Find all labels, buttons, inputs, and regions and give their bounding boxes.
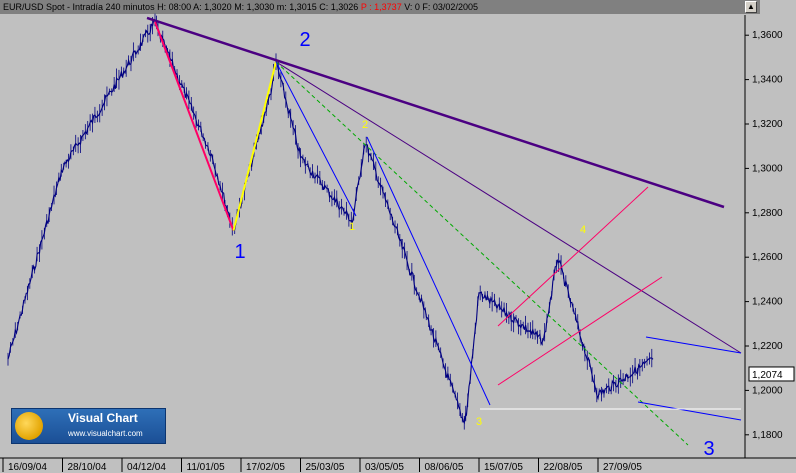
wave-label: 3 (476, 416, 482, 428)
y-tick-label: 1,2800 (752, 208, 783, 219)
wave-label: 3 (703, 438, 714, 460)
x-tick-label: 25/03/05 (306, 462, 345, 473)
x-tick-label: 08/06/05 (425, 462, 464, 473)
last-price-label: 1,2074 (752, 370, 783, 381)
logo-url: www.visualchart.com (68, 429, 143, 438)
x-tick-label: 11/01/05 (187, 462, 226, 473)
y-tick-label: 1,2000 (752, 385, 783, 396)
x-tick-label: 22/08/05 (544, 462, 583, 473)
chart-svg: 1,3600 1,3400 1,3200 1,3000 1,2800 1,2600 1,24… (0, 13, 796, 473)
y-tick-label: 1,3200 (752, 119, 783, 130)
x-tick-label: 27/09/05 (603, 462, 642, 473)
y-tick-label: 1,2400 (752, 297, 783, 308)
y-tick-label: 1,3400 (752, 75, 783, 86)
visual-chart-logo: Visual Chart www.visualchart.com (11, 408, 166, 444)
wave-label: 1 (349, 221, 355, 233)
wave-label: 2 (362, 119, 368, 131)
y-tick-label: 1,2200 (752, 341, 783, 352)
x-tick-label: 03/05/05 (365, 462, 404, 473)
x-tick-label: 15/07/05 (484, 462, 523, 473)
chart-window: EUR/USD Spot - Intradía 240 minutos H: 0… (0, 0, 796, 473)
y-tick-label: 1,1800 (752, 430, 783, 441)
x-tick-label: 16/09/04 (8, 462, 47, 473)
x-tick-label: 28/10/04 (68, 462, 107, 473)
x-tick-label: 04/12/04 (127, 462, 166, 473)
x-tick-label: 17/02/05 (246, 462, 285, 473)
logo-title: Visual Chart (68, 411, 138, 425)
wave-label: 1 (234, 241, 245, 263)
y-tick-label: 1,3000 (752, 163, 783, 174)
globe-icon (15, 412, 43, 440)
wave-label: 2 (299, 29, 310, 51)
y-tick-label: 1,2600 (752, 252, 783, 263)
y-tick-label: 1,3600 (752, 30, 783, 41)
wave-label: 4 (580, 224, 586, 236)
